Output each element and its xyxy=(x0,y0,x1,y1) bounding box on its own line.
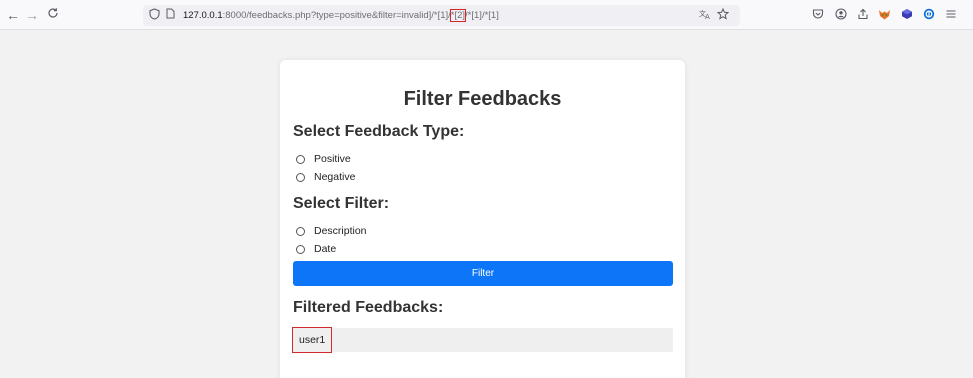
radio-option-date[interactable]: Date xyxy=(296,242,336,256)
menu-icon[interactable] xyxy=(944,8,957,21)
radio-label-date: Date xyxy=(314,243,337,255)
extension-fox-icon[interactable] xyxy=(878,8,891,21)
url-host: 127.0.0.1 xyxy=(183,10,223,21)
radio-label-positive: Positive xyxy=(314,153,351,165)
translate-icon[interactable]: 文A xyxy=(699,8,711,25)
browser-toolbar: ← → 127.0.0.1:8000/feedbacks.php?type=po… xyxy=(0,0,973,30)
bookmark-star-icon[interactable] xyxy=(716,7,730,25)
back-icon[interactable]: ← xyxy=(5,7,21,23)
account-icon[interactable] xyxy=(834,8,847,21)
radio-label-description: Description xyxy=(314,225,367,237)
shield-icon[interactable] xyxy=(149,8,160,25)
pocket-icon[interactable] xyxy=(811,8,824,21)
filtered-feedbacks-heading: Filtered Feedbacks: xyxy=(293,299,444,316)
forward-icon[interactable]: → xyxy=(24,7,40,23)
radio-label-negative: Negative xyxy=(314,171,356,183)
radio-button[interactable] xyxy=(296,244,305,254)
radio-option-positive[interactable]: Positive xyxy=(296,152,351,166)
filter-card: Filter Feedbacks Select Feedback Type: P… xyxy=(280,60,685,378)
filter-button[interactable]: Filter xyxy=(293,261,673,286)
page-title: Filter Feedbacks xyxy=(403,88,562,110)
url-text[interactable]: 127.0.0.1:8000/feedbacks.php?type=positi… xyxy=(183,9,499,22)
radio-button[interactable] xyxy=(296,226,305,236)
url-path-tail: /*[1]/*[1] xyxy=(465,10,499,21)
radio-button[interactable] xyxy=(296,154,305,164)
radio-option-negative[interactable]: Negative xyxy=(296,170,355,184)
url-bar[interactable]: 127.0.0.1:8000/feedbacks.php?type=positi… xyxy=(143,5,740,26)
feedback-type-heading: Select Feedback Type: xyxy=(293,123,465,140)
page-icon xyxy=(166,8,175,24)
extension-circle-icon[interactable] xyxy=(922,8,935,21)
svg-text:A: A xyxy=(705,13,710,20)
reload-icon[interactable] xyxy=(45,7,61,23)
radio-option-description[interactable]: Description xyxy=(296,224,367,238)
list-item: user1 xyxy=(291,327,673,353)
share-icon[interactable] xyxy=(856,8,869,21)
filter-heading: Select Filter: xyxy=(293,195,390,212)
url-path: :8000/feedbacks.php?type=positive&filter… xyxy=(222,10,451,21)
radio-button[interactable] xyxy=(296,172,305,182)
url-highlighted-segment: *[2] xyxy=(449,9,467,22)
extension-cube-icon[interactable] xyxy=(900,8,913,21)
result-username: user1 xyxy=(291,327,333,353)
